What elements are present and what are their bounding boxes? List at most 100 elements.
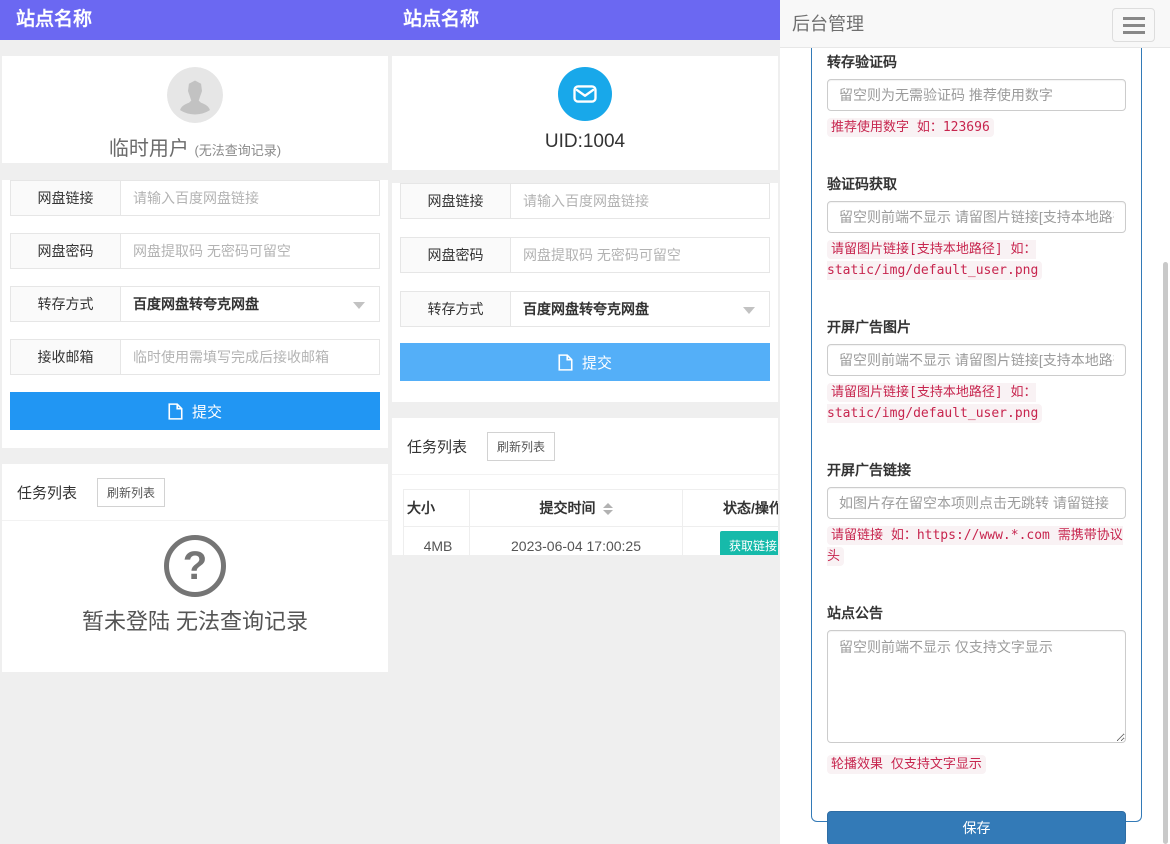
hint-code-text: 请留链接 如：https://www.*.com 需携带协议 头 bbox=[827, 526, 1123, 566]
envelope-icon bbox=[558, 67, 612, 121]
hint-code-text: 推荐使用数字 如：123696 bbox=[827, 118, 994, 137]
receive-email-label: 接收邮箱 bbox=[11, 340, 121, 374]
captcha-source-input[interactable] bbox=[827, 201, 1126, 233]
table-header-row: 大小 提交时间 状态/操作 bbox=[403, 489, 778, 527]
uid-card: UID:1004 bbox=[392, 56, 778, 170]
col-header-size: 大小 bbox=[403, 489, 470, 527]
admin-header: 后台管理 bbox=[780, 0, 1170, 48]
splash-link-hint: 请留链接 如：https://www.*.com 需携带协议 头 bbox=[827, 525, 1126, 567]
splash-image-label: 开屏广告图片 bbox=[827, 319, 911, 335]
get-link-button[interactable]: 获取链接 bbox=[719, 531, 778, 555]
field-row-disk-link: 网盘链接 bbox=[400, 183, 770, 219]
site-panel-guest: 站点名称 临时用户 (无法查询记录) 网盘链接 网盘密码 转存方式 百度网盘转夸… bbox=[0, 0, 390, 844]
user-name-line: 临时用户 (无法查询记录) bbox=[2, 132, 388, 161]
task-list-card: 任务列表 刷新列表 大小 提交时间 状态/操作 4MB 2023-06-04 1… bbox=[392, 418, 778, 555]
cell-time: 2023-06-04 17:00:25 bbox=[469, 526, 683, 555]
site-notice-label: 站点公告 bbox=[827, 605, 883, 621]
admin-panel: 后台管理 转存验证码 推荐使用数字 如：123696 验证码获取 请留图片链接[… bbox=[780, 0, 1170, 844]
empty-state: ? 暂未登陆 无法查询记录 bbox=[2, 521, 388, 636]
field-row-receive-email: 接收邮箱 bbox=[10, 339, 380, 375]
disk-link-input[interactable] bbox=[121, 181, 379, 215]
admin-settings-card: 转存验证码 推荐使用数字 如：123696 验证码获取 请留图片链接[支持本地路… bbox=[811, 48, 1142, 844]
field-group-splash-link: 开屏广告链接 请留链接 如：https://www.*.com 需携带协议 头 bbox=[827, 460, 1126, 567]
captcha-source-hint: 请留图片链接[支持本地路径] 如： static/img/default_use… bbox=[827, 239, 1126, 281]
chevron-down-icon bbox=[353, 302, 365, 309]
site-title: 站点名称 bbox=[0, 0, 390, 40]
user-avatar-icon bbox=[167, 67, 223, 123]
chevron-down-icon bbox=[743, 307, 755, 314]
scrollbar-thumb[interactable] bbox=[1163, 262, 1168, 844]
refresh-list-button[interactable]: 刷新列表 bbox=[487, 432, 556, 461]
cell-action: 获取链接 bbox=[682, 526, 778, 555]
user-card: 临时用户 (无法查询记录) bbox=[2, 56, 388, 163]
captcha-source-label: 验证码获取 bbox=[827, 176, 897, 192]
disk-link-label: 网盘链接 bbox=[11, 181, 121, 215]
transfer-form: 网盘链接 网盘密码 转存方式 百度网盘转夸克网盘 接收邮箱 提交 bbox=[2, 180, 388, 448]
task-list-header: 任务列表 刷新列表 bbox=[392, 418, 778, 475]
splash-link-label: 开屏广告链接 bbox=[827, 462, 911, 478]
transfer-mode-select[interactable]: 百度网盘转夸克网盘 bbox=[511, 292, 769, 326]
captcha-code-input[interactable] bbox=[827, 79, 1126, 111]
empty-state-text: 暂未登陆 无法查询记录 bbox=[81, 609, 309, 634]
field-group-captcha-source: 验证码获取 请留图片链接[支持本地路径] 如： static/img/defau… bbox=[827, 174, 1126, 281]
site-notice-hint: 轮播效果 仅支持文字显示 bbox=[827, 754, 1126, 775]
submit-button[interactable]: 提交 bbox=[400, 343, 770, 381]
task-list-title: 任务列表 bbox=[17, 485, 78, 502]
transfer-mode-label: 转存方式 bbox=[11, 287, 121, 321]
disk-password-label: 网盘密码 bbox=[401, 238, 511, 272]
refresh-list-button[interactable]: 刷新列表 bbox=[97, 478, 166, 507]
disk-link-label: 网盘链接 bbox=[401, 184, 511, 218]
field-row-transfer-mode: 转存方式 百度网盘转夸克网盘 bbox=[10, 286, 380, 322]
col-header-action: 状态/操作 bbox=[682, 489, 778, 527]
hint-code-text: 请留图片链接[支持本地路径] 如： static/img/default_use… bbox=[827, 383, 1043, 423]
disk-password-input[interactable] bbox=[511, 238, 769, 272]
question-mark-icon: ? bbox=[164, 535, 226, 597]
transfer-mode-value: 百度网盘转夸克网盘 bbox=[523, 301, 649, 317]
receive-email-input[interactable] bbox=[121, 340, 379, 374]
disk-password-label: 网盘密码 bbox=[11, 234, 121, 268]
captcha-code-label: 转存验证码 bbox=[827, 54, 897, 70]
field-group-captcha-code: 转存验证码 推荐使用数字 如：123696 bbox=[827, 52, 1126, 138]
sort-icon[interactable] bbox=[602, 503, 613, 516]
hint-code-text: 请留图片链接[支持本地路径] 如： static/img/default_use… bbox=[827, 240, 1043, 280]
task-table-wrap: 大小 提交时间 状态/操作 4MB 2023-06-04 17:00:25 获取… bbox=[403, 489, 778, 555]
file-icon bbox=[558, 353, 573, 371]
submit-button[interactable]: 提交 bbox=[10, 392, 380, 430]
col-header-time: 提交时间 bbox=[469, 489, 683, 527]
col-header-time-label: 提交时间 bbox=[539, 500, 596, 516]
hamburger-menu-button[interactable] bbox=[1112, 8, 1155, 42]
cell-size: 4MB bbox=[403, 526, 470, 555]
task-list-title: 任务列表 bbox=[407, 439, 468, 456]
splash-link-input[interactable] bbox=[827, 487, 1126, 519]
task-list-card: 任务列表 刷新列表 ? 暂未登陆 无法查询记录 bbox=[2, 464, 388, 672]
user-note: (无法查询记录) bbox=[194, 143, 282, 158]
captcha-code-hint: 推荐使用数字 如：123696 bbox=[827, 117, 1126, 138]
file-icon bbox=[168, 402, 183, 420]
submit-label: 提交 bbox=[191, 403, 222, 421]
field-group-splash-image: 开屏广告图片 请留图片链接[支持本地路径] 如： static/img/defa… bbox=[827, 317, 1126, 424]
splash-image-input[interactable] bbox=[827, 344, 1126, 376]
transfer-mode-value: 百度网盘转夸克网盘 bbox=[133, 296, 259, 312]
submit-label: 提交 bbox=[581, 354, 612, 372]
user-name: 临时用户 bbox=[108, 138, 189, 160]
uid-text: UID:1004 bbox=[544, 131, 626, 152]
disk-password-input[interactable] bbox=[121, 234, 379, 268]
field-row-transfer-mode: 转存方式 百度网盘转夸克网盘 bbox=[400, 291, 770, 327]
site-title: 站点名称 bbox=[390, 0, 780, 40]
hamburger-icon bbox=[1122, 16, 1145, 20]
save-button[interactable]: 保存 bbox=[827, 811, 1126, 844]
field-row-disk-link: 网盘链接 bbox=[10, 180, 380, 216]
transfer-form: 网盘链接 网盘密码 转存方式 百度网盘转夸克网盘 提交 bbox=[392, 183, 778, 402]
hint-code-text: 轮播效果 仅支持文字显示 bbox=[827, 755, 986, 774]
transfer-mode-select[interactable]: 百度网盘转夸克网盘 bbox=[121, 287, 379, 321]
task-list-header: 任务列表 刷新列表 bbox=[2, 464, 388, 521]
site-panel-logged-in: 站点名称 UID:1004 网盘链接 网盘密码 转存方式 百度网盘转夸克网盘 bbox=[390, 0, 780, 844]
task-table: 大小 提交时间 状态/操作 4MB 2023-06-04 17:00:25 获取… bbox=[403, 489, 778, 555]
field-group-site-notice: 站点公告 轮播效果 仅支持文字显示 bbox=[827, 603, 1126, 775]
field-row-disk-password: 网盘密码 bbox=[400, 237, 770, 273]
splash-image-hint: 请留图片链接[支持本地路径] 如： static/img/default_use… bbox=[827, 382, 1126, 424]
disk-link-input[interactable] bbox=[511, 184, 769, 218]
field-row-disk-password: 网盘密码 bbox=[10, 233, 380, 269]
table-row: 4MB 2023-06-04 17:00:25 获取链接 bbox=[403, 526, 778, 555]
site-notice-textarea[interactable] bbox=[827, 630, 1126, 743]
